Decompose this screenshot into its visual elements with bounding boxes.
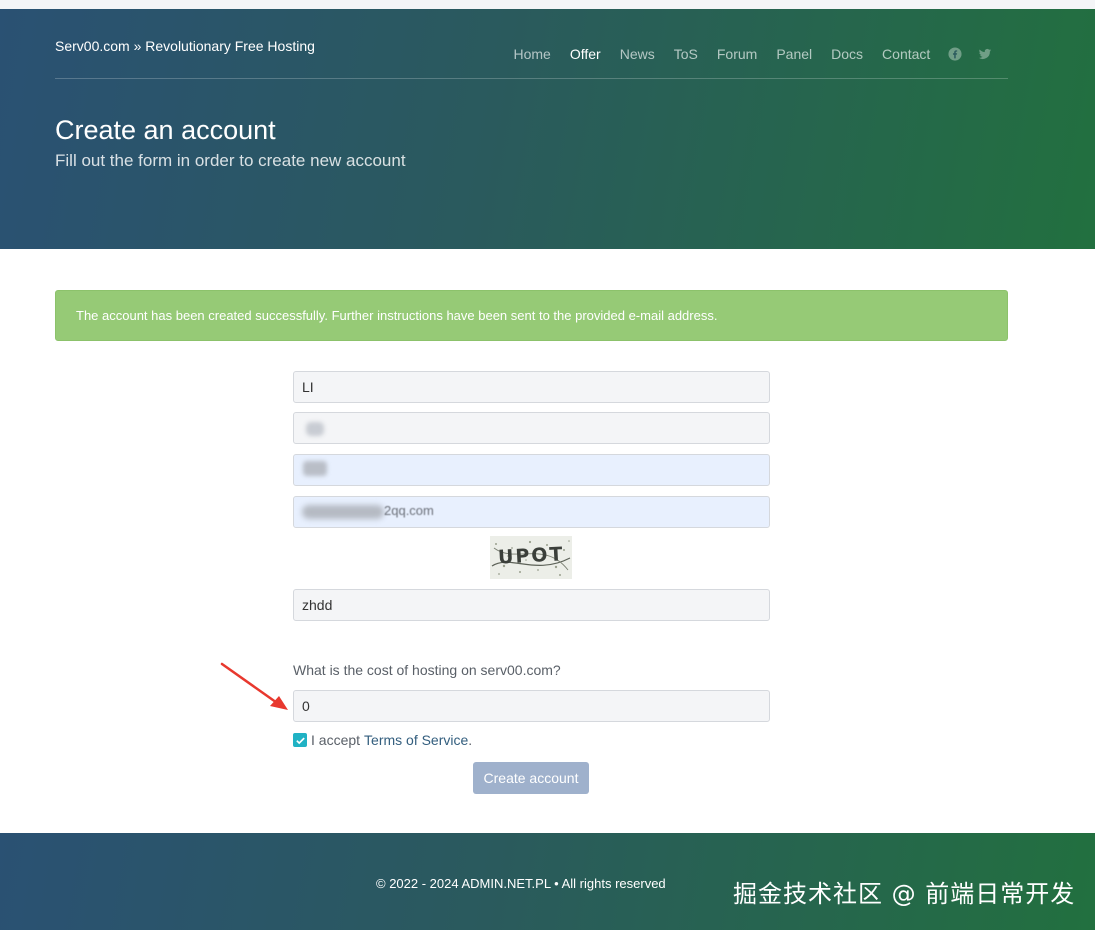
nav-panel[interactable]: Panel	[776, 46, 812, 62]
captcha-text: UPOT	[497, 543, 565, 568]
tos-checkbox[interactable]	[293, 733, 307, 747]
page-footer: © 2022 - 2024 ADMIN.NET.PL • All rights …	[0, 833, 1095, 930]
nav-offer[interactable]: Offer	[570, 46, 601, 62]
nav-home[interactable]: Home	[514, 46, 551, 62]
twitter-icon[interactable]	[978, 47, 992, 61]
captcha-image: UPOT	[490, 536, 572, 579]
captcha-input[interactable]	[293, 589, 770, 621]
nav-news[interactable]: News	[620, 46, 655, 62]
nav-contact[interactable]: Contact	[882, 46, 930, 62]
security-answer-input[interactable]	[293, 690, 770, 722]
annotation-arrow-icon	[220, 662, 288, 710]
last-name-input[interactable]	[293, 412, 770, 444]
site-brand[interactable]: Serv00.com » Revolutionary Free Hosting	[55, 38, 315, 54]
checkmark-icon	[295, 737, 305, 744]
facebook-icon[interactable]	[948, 47, 962, 61]
page-header: Serv00.com » Revolutionary Free Hosting …	[0, 9, 1095, 249]
tos-link[interactable]: Terms of Service	[364, 732, 468, 748]
header-divider	[55, 78, 1008, 79]
copyright-text: © 2022 - 2024 ADMIN.NET.PL • All rights …	[376, 876, 666, 891]
page-title: Create an account	[55, 115, 276, 145]
redacted-text	[306, 422, 324, 436]
security-question: What is the cost of hosting on serv00.co…	[293, 662, 561, 678]
tos-suffix: .	[468, 732, 473, 748]
page-subtitle: Fill out the form in order to create new…	[55, 151, 406, 170]
browser-top-strip	[0, 0, 1095, 9]
nav-tos[interactable]: ToS	[674, 46, 698, 62]
username-input[interactable]	[293, 454, 770, 486]
email-visible-part: 2qq.com	[384, 503, 434, 518]
watermark-text: 掘金技术社区 @ 前端日常开发	[733, 880, 1076, 908]
create-account-button[interactable]: Create account	[473, 762, 589, 794]
tos-label: I accept	[311, 732, 361, 748]
redacted-text	[302, 505, 384, 519]
first-name-input[interactable]	[293, 371, 770, 403]
success-alert: The account has been created successfull…	[55, 290, 1008, 341]
redacted-text	[303, 461, 327, 476]
tos-row: I accept Terms of Service .	[293, 731, 472, 749]
main-nav: Home Offer News ToS Forum Panel Docs Con…	[504, 44, 1000, 64]
nav-docs[interactable]: Docs	[831, 46, 863, 62]
nav-forum[interactable]: Forum	[717, 46, 757, 62]
